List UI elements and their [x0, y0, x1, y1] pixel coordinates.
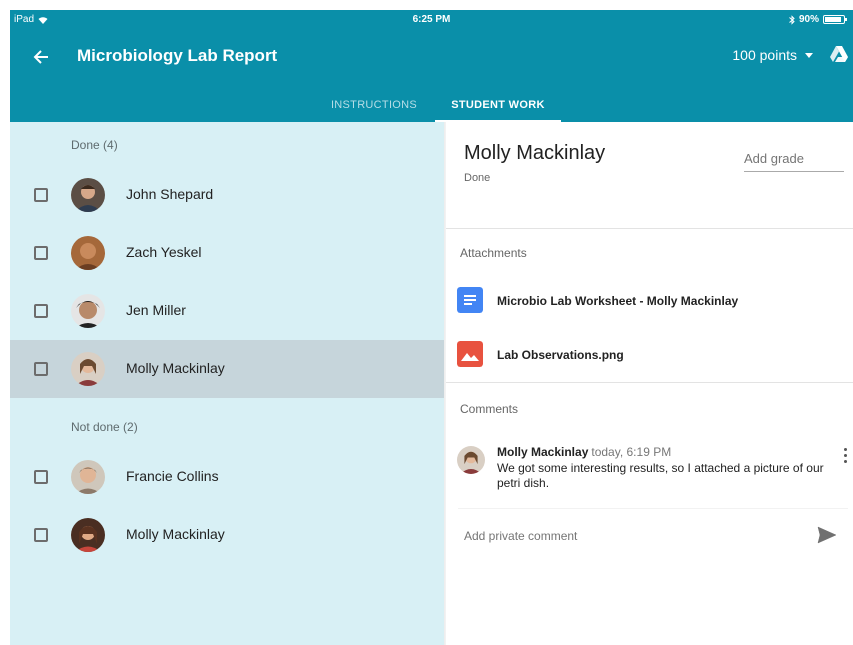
divider — [446, 228, 853, 229]
student-checkbox[interactable] — [34, 362, 48, 376]
student-row[interactable]: Molly Mackinlay — [10, 506, 444, 564]
clock: 6:25 PM — [412, 14, 451, 25]
submission-detail: Molly Mackinlay Done Attachments Microbi… — [446, 122, 853, 645]
student-checkbox[interactable] — [34, 188, 48, 202]
comment-author: Molly Mackinlay today, 6:19 PM — [497, 445, 671, 459]
points-label: 100 points — [732, 47, 797, 63]
google-drive-icon[interactable] — [829, 44, 849, 64]
student-row[interactable]: John Shepard — [10, 166, 444, 224]
student-name: John Shepard — [126, 186, 214, 202]
dropdown-caret-icon — [805, 52, 813, 58]
attachments-label: Attachments — [460, 246, 527, 260]
divider — [446, 382, 853, 383]
back-button[interactable] — [28, 44, 54, 70]
attachment-item[interactable]: Microbio Lab Worksheet - Molly Mackinlay — [446, 276, 853, 326]
student-checkbox[interactable] — [34, 246, 48, 260]
tab-instructions[interactable]: INSTRUCTIONS — [320, 88, 428, 122]
image-file-icon — [457, 341, 483, 367]
section-header-not-done: Not done (2) — [71, 420, 138, 434]
student-name: Molly Mackinlay — [126, 360, 225, 376]
avatar — [71, 236, 105, 270]
student-checkbox[interactable] — [34, 470, 48, 484]
comment: Molly Mackinlay today, 6:19 PM We got som… — [446, 434, 853, 494]
google-docs-icon — [457, 287, 483, 313]
battery-icon — [823, 15, 847, 24]
tab-student-work[interactable]: STUDENT WORK — [435, 88, 561, 122]
comment-author-name: Molly Mackinlay — [497, 445, 589, 459]
page-title: Microbiology Lab Report — [77, 46, 278, 65]
student-name: Jen Miller — [126, 302, 186, 318]
app-bar: Microbiology Lab Report 100 points INSTR… — [10, 30, 853, 122]
attachment-name: Lab Observations.png — [497, 348, 624, 362]
student-name: Francie Collins — [126, 468, 219, 484]
student-checkbox[interactable] — [34, 304, 48, 318]
app-frame: iPad 6:25 PM 90% Microbiology Lab Report… — [10, 10, 853, 645]
comments-label: Comments — [460, 402, 519, 416]
send-icon[interactable] — [816, 524, 838, 546]
battery-percent: 90% — [798, 14, 819, 25]
avatar — [71, 460, 105, 494]
attachment-name: Microbio Lab Worksheet - Molly Mackinlay — [497, 294, 739, 308]
divider — [458, 508, 848, 509]
student-row[interactable]: Francie Collins — [10, 448, 444, 506]
avatar — [457, 446, 485, 474]
avatar — [71, 294, 105, 328]
attachment-item[interactable]: Lab Observations.png — [446, 330, 853, 380]
comment-timestamp: today, 6:19 PM — [591, 445, 672, 459]
section-header-done: Done (4) — [71, 138, 118, 152]
student-checkbox[interactable] — [34, 528, 48, 542]
student-name: Zach Yeskel — [126, 244, 202, 260]
student-title: Molly Mackinlay — [464, 142, 606, 164]
private-comment-input[interactable] — [464, 526, 794, 546]
bluetooth-icon — [789, 14, 795, 25]
avatar — [71, 352, 105, 386]
points-dropdown[interactable]: 100 points — [732, 47, 813, 63]
more-vert-icon[interactable] — [841, 448, 849, 468]
student-row[interactable]: Zach Yeskel — [10, 224, 444, 282]
student-name: Molly Mackinlay — [126, 526, 225, 542]
student-list: Done (4) John Shepard Zach Yeskel Jen Mi… — [10, 122, 444, 645]
student-row[interactable]: Jen Miller — [10, 282, 444, 340]
status-bar: iPad 6:25 PM 90% — [10, 10, 853, 30]
avatar — [71, 178, 105, 212]
submission-status: Done — [464, 172, 491, 184]
comment-text: We got some interesting results, so I at… — [497, 461, 824, 490]
arrow-back-icon — [33, 50, 48, 64]
student-row-selected[interactable]: Molly Mackinlay — [10, 340, 444, 398]
avatar — [71, 518, 105, 552]
tab-bar: INSTRUCTIONS STUDENT WORK — [10, 88, 853, 122]
grade-input[interactable] — [744, 146, 844, 172]
